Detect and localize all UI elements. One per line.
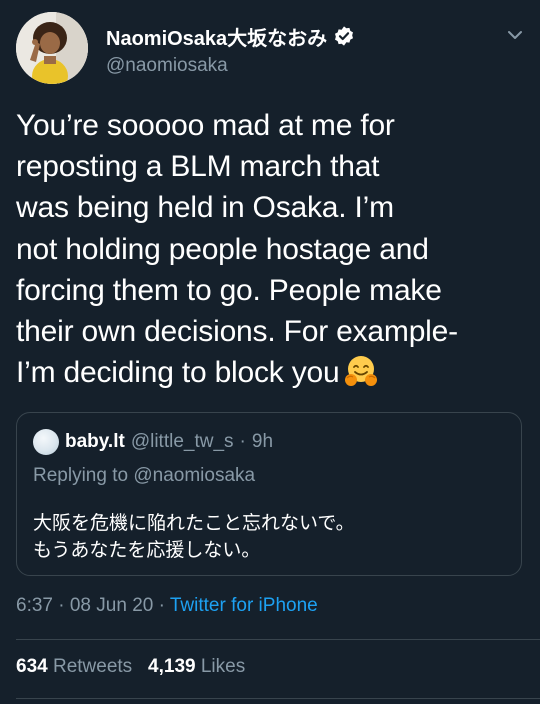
retweets-count: 634 [16, 656, 48, 677]
quoted-author-name: baby.lt [65, 431, 125, 452]
tweet-detail-page: NaomiOsaka大坂なおみ @naomiosaka You’re soooo… [0, 0, 540, 704]
hugging-face-emoji-icon [344, 354, 378, 388]
author-display-name[interactable]: NaomiOsaka大坂なおみ [106, 22, 327, 51]
likes-stat[interactable]: 4,139 Likes [148, 656, 245, 677]
author-handle[interactable]: @naomiosaka [106, 55, 228, 77]
retweets-stat[interactable]: 634 Retweets [16, 656, 132, 677]
quoted-tweet-header: baby.lt @little_tw_s · 9h [33, 429, 274, 455]
chevron-down-icon[interactable] [506, 26, 524, 44]
quoted-tweet-card[interactable]: baby.lt @little_tw_s · 9h Replying to @n… [16, 412, 522, 576]
tweet-meta: 6:37 · 08 Jun 20 · Twitter for iPhone [16, 595, 318, 617]
likes-count: 4,139 [148, 656, 196, 677]
quoted-replying-to: Replying to @naomiosaka [33, 465, 256, 486]
likes-label: Likes [200, 656, 246, 677]
quoted-author-avatar [33, 429, 59, 455]
author-avatar[interactable] [16, 12, 88, 84]
retweets-label: Retweets [52, 656, 133, 677]
tweet-source-link[interactable]: Twitter for iPhone [170, 595, 318, 616]
divider [16, 698, 540, 699]
tweet-header: NaomiOsaka大坂なおみ @naomiosaka [16, 12, 524, 86]
tweet-timestamp[interactable]: 6:37 · 08 Jun 20 · [16, 595, 170, 616]
quoted-separator: · [239, 431, 246, 452]
tweet-body: You’re sooooo mad at me for reposting a … [16, 105, 526, 393]
avatar-photo-icon [16, 12, 88, 84]
tweet-text: You’re sooooo mad at me for reposting a … [16, 109, 458, 390]
quoted-tweet-text: 大阪を危機に陥れたこと忘れないで。 もうあなたを応援しない。 [33, 512, 355, 561]
tweet-stats: 634 Retweets 4,139 Likes [16, 656, 245, 678]
verified-badge-icon [333, 25, 355, 47]
quoted-author-handle: @little_tw_s [130, 431, 234, 452]
author-name-row: NaomiOsaka大坂なおみ [106, 21, 355, 51]
quoted-time: 9h [251, 431, 274, 452]
divider [16, 639, 540, 640]
